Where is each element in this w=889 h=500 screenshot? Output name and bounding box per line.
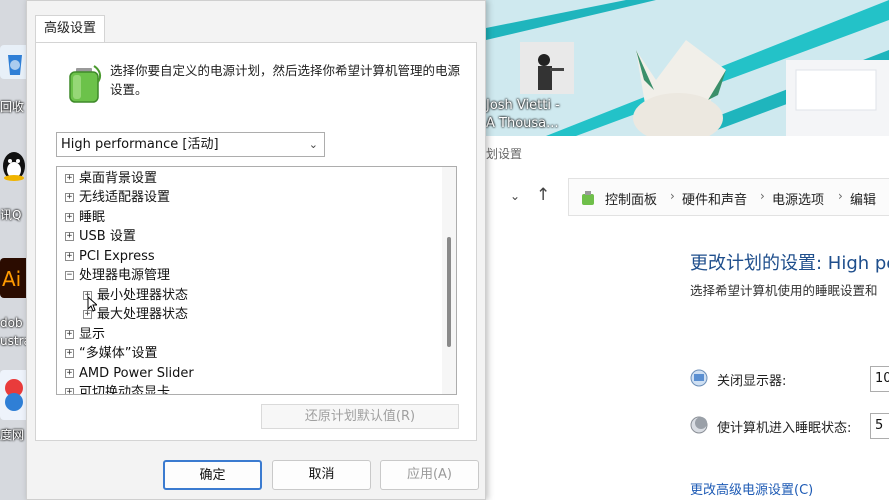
expand-icon[interactable]: +	[65, 213, 74, 222]
restore-defaults-button[interactable]: 还原计划默认值(R)	[261, 404, 459, 429]
breadcrumb-edit[interactable]: 编辑	[850, 189, 876, 208]
dialog-description: 选择你要自定义的电源计划，然后选择你希望计算机管理的电源设置。	[110, 63, 461, 97]
advanced-power-settings-link[interactable]: 更改高级电源设置(C)	[690, 479, 813, 498]
breadcrumb-control-panel[interactable]: 控制面板	[605, 189, 657, 208]
tree-item-label: 显示	[79, 327, 106, 342]
tree-item-label: 无线适配器设置	[79, 190, 171, 205]
tree-item-label: USB 设置	[79, 229, 136, 244]
expand-icon[interactable]: +	[65, 232, 74, 241]
desktop-label: 讯Q	[0, 208, 22, 222]
sleep-label: 使计算机进入睡眠状态:	[717, 421, 852, 436]
expand-icon[interactable]: +	[65, 388, 74, 394]
power-plan-value: High performance [活动]	[61, 137, 219, 152]
breadcrumb-separator-icon: ›	[670, 189, 675, 203]
music-title: A Thousa...	[486, 116, 559, 131]
breadcrumb-separator-icon: ›	[760, 189, 765, 203]
breadcrumb-power-options[interactable]: 电源选项	[772, 189, 824, 208]
sleep-moon-icon	[690, 416, 708, 434]
monitor-icon	[690, 369, 708, 387]
chevron-down-icon: ⌄	[308, 138, 318, 151]
album-art	[520, 42, 574, 94]
window-title: 划设置	[486, 147, 523, 161]
display-off-select[interactable]: 10	[870, 366, 889, 392]
desktop-label: 回收	[0, 100, 25, 114]
up-arrow-icon[interactable]: ↑	[536, 185, 550, 205]
desktop-label: 度网	[0, 428, 25, 442]
expand-icon[interactable]: +	[65, 349, 74, 358]
tab-bar: 高级设置	[27, 1, 485, 43]
cancel-button[interactable]: 取消	[272, 460, 371, 490]
page-subtitle: 选择希望计算机使用的睡眠设置和	[690, 283, 878, 298]
tree-item-label: “多媒体”设置	[79, 346, 158, 361]
tab-advanced-settings[interactable]: 高级设置	[35, 15, 106, 43]
tree-item-label: PCI Express	[79, 249, 155, 264]
expand-icon[interactable]: +	[65, 174, 74, 183]
tree-item-label: 桌面背景设置	[79, 171, 158, 186]
power-options-icon	[582, 191, 594, 205]
advanced-settings-dialog: 高级设置 选择你要自定义的电源计划，然后选择你希望计算机管理的电源设置。 Hig…	[26, 0, 486, 500]
page-title: 更改计划的设置: High pe	[690, 253, 889, 274]
settings-tree[interactable]: + 桌面背景设置 + 无线适配器设置 + 睡眠 + USB 设置 + PCI E…	[56, 166, 457, 395]
tree-item-label: 处理器电源管理	[79, 268, 171, 283]
tree-scrollbar[interactable]	[442, 167, 456, 394]
desktop-label: dob	[0, 316, 23, 330]
recent-locations-chevron-icon[interactable]: ⌄	[510, 189, 520, 203]
ok-button[interactable]: 确定	[163, 460, 262, 490]
tree-item-label: 睡眠	[79, 210, 106, 225]
sleep-select[interactable]: 5	[870, 413, 889, 439]
collapse-icon[interactable]: −	[65, 271, 74, 280]
tree-item-label: 可切换动态显卡	[79, 385, 171, 395]
display-off-label: 关闭显示器:	[717, 374, 787, 389]
music-artist: Josh Vietti -	[486, 98, 560, 113]
address-bar[interactable]: 控制面板 › 硬件和声音 › 电源选项 › 编辑	[568, 178, 889, 216]
apply-button[interactable]: 应用(A)	[380, 460, 479, 490]
tab-panel: 选择你要自定义的电源计划，然后选择你希望计算机管理的电源设置。 High per…	[35, 42, 477, 441]
control-panel-window: 划设置 ⌄ ↑ 控制面板 › 硬件和声音 › 电源选项 › 编辑 更改计划的设置…	[486, 136, 889, 500]
tree-item-label: AMD Power Slider	[79, 366, 194, 381]
svg-text:Ai: Ai	[2, 267, 21, 291]
breadcrumb-separator-icon: ›	[838, 189, 843, 203]
expand-icon[interactable]: +	[65, 193, 74, 202]
power-plan-select[interactable]: High performance [活动] ⌄	[56, 132, 325, 157]
expand-icon[interactable]: +	[65, 252, 74, 261]
wallpaper: Josh Vietti - A Thousa...	[486, 0, 889, 136]
tree-item-label: 最小处理器状态	[97, 288, 189, 303]
breadcrumb-hardware-sound[interactable]: 硬件和声音	[682, 189, 747, 208]
expand-icon[interactable]: +	[65, 330, 74, 339]
scrollbar-thumb[interactable]	[447, 237, 451, 347]
mouse-cursor-icon	[87, 296, 97, 312]
expand-icon[interactable]: +	[65, 369, 74, 378]
battery-icon	[69, 65, 102, 103]
tree-item-label: 最大处理器状态	[97, 307, 189, 322]
